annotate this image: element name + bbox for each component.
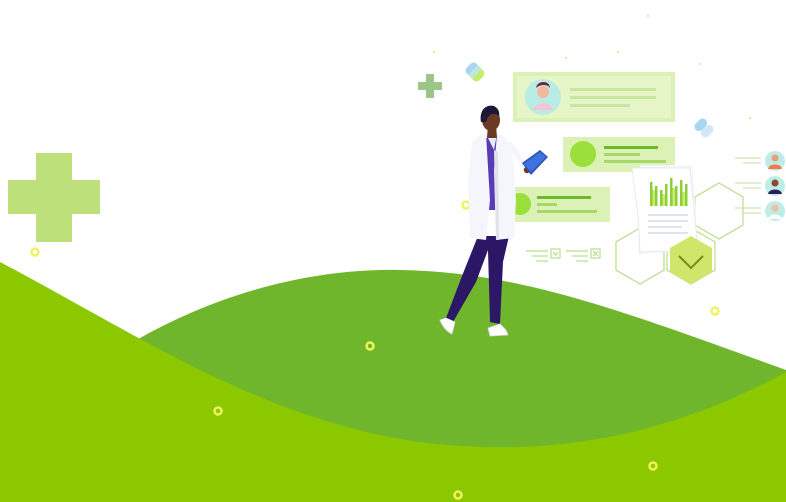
info-card-icon (509, 187, 610, 222)
hero-illustration (0, 0, 786, 502)
profile-card-icon (513, 72, 675, 122)
avatar-icon (735, 151, 785, 171)
illustration-canvas (0, 14, 786, 502)
status-marks (526, 248, 601, 262)
small-plus-cross-icon (418, 74, 442, 98)
large-plus-cross-icon (8, 153, 100, 242)
avatar-icon (735, 176, 785, 196)
